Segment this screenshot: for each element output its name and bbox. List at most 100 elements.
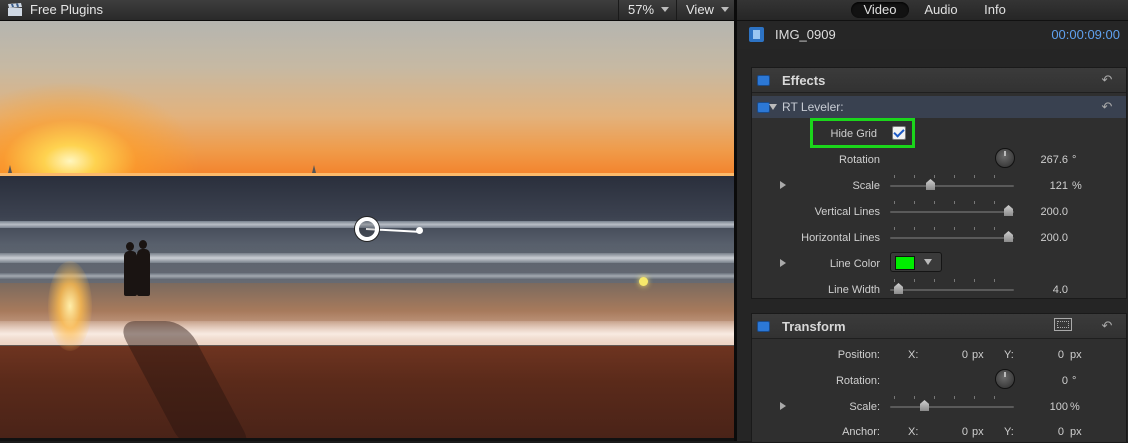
hide-grid-label: Hide Grid	[830, 128, 877, 140]
inspector: Video Audio Info IMG_0909 00:00:09:00 Ef…	[737, 0, 1128, 443]
position-y-unit: px	[1070, 349, 1082, 361]
vertical-lines-slider[interactable]	[890, 211, 1014, 213]
transform-rotation-dial[interactable]	[995, 369, 1015, 389]
hide-grid-checkbox[interactable]	[892, 126, 906, 140]
effects-enable-toggle[interactable]	[757, 75, 770, 86]
effect-row-rt-leveler[interactable]: RT Leveler: ↶	[752, 96, 1126, 118]
rotation-label: Rotation	[839, 154, 880, 166]
effects-section: Effects ↶ RT Leveler: ↶ Hide Grid Rotati…	[751, 67, 1127, 299]
inspector-tabs: Video Audio Info	[737, 0, 1128, 21]
viewer: Free Plugins 57% View	[0, 0, 734, 441]
leveler-center-handle[interactable]	[355, 217, 379, 241]
viewer-toolbar: Free Plugins 57% View	[0, 0, 734, 21]
effect-name: RT Leveler:	[782, 100, 844, 114]
clip-timecode: 00:00:09:00	[1051, 27, 1120, 42]
transform-scale-value[interactable]: 100	[1022, 401, 1068, 413]
sun-reflection	[48, 261, 92, 351]
viewer-title: Free Plugins	[30, 2, 103, 17]
transform-enable-toggle[interactable]	[757, 321, 770, 332]
rotation-unit: °	[1072, 154, 1077, 166]
effects-header: Effects ↶	[752, 68, 1126, 93]
line-width-slider-thumb[interactable]	[894, 283, 903, 294]
person-silhouette	[124, 251, 137, 296]
foam	[0, 321, 734, 347]
vertical-lines-value[interactable]: 200.0	[1012, 206, 1068, 218]
reset-arrow-icon[interactable]: ↶	[1100, 319, 1114, 333]
anchor-y-value[interactable]: 0	[1038, 426, 1064, 438]
person-silhouette	[137, 249, 150, 296]
line-width-slider[interactable]	[890, 289, 1014, 291]
chevron-down-icon	[721, 7, 729, 12]
chevron-down-icon[interactable]	[924, 259, 932, 265]
reset-arrow-icon[interactable]: ↶	[1100, 100, 1114, 114]
clip-name: IMG_0909	[775, 27, 836, 42]
video-canvas[interactable]	[0, 21, 734, 438]
sand	[0, 346, 734, 438]
anchor-label: Anchor:	[842, 426, 880, 438]
film-icon	[749, 27, 764, 42]
position-label: Position:	[837, 349, 880, 361]
anchor-x-value[interactable]: 0	[942, 426, 968, 438]
transform-header: Transform ↶	[752, 314, 1126, 339]
slider-ticks	[894, 201, 1014, 204]
position-y-value[interactable]: 0	[1038, 349, 1064, 361]
transform-scale-label: Scale:	[849, 401, 880, 413]
rotation-value[interactable]: 267.6	[1012, 154, 1068, 166]
slider-ticks	[894, 396, 1014, 399]
tab-info[interactable]: Info	[975, 2, 1015, 18]
transform-scale-slider-thumb[interactable]	[920, 400, 929, 411]
reset-arrow-icon[interactable]: ↶	[1100, 73, 1114, 87]
leveler-rotation-handle[interactable]	[416, 227, 423, 234]
position-y-label: Y:	[1004, 349, 1014, 361]
horizontal-lines-slider[interactable]	[890, 237, 1014, 239]
zoom-level-label: 57%	[628, 2, 655, 17]
position-x-value[interactable]: 0	[942, 349, 968, 361]
line-color-swatch[interactable]	[895, 256, 915, 270]
tab-audio[interactable]: Audio	[917, 2, 965, 18]
anchor-x-label: X:	[908, 426, 919, 438]
scale-unit: %	[1072, 180, 1082, 192]
view-menu[interactable]: View	[676, 0, 735, 20]
scale-label: Scale	[852, 180, 880, 192]
horizontal-lines-label: Horizontal Lines	[801, 232, 880, 244]
anchor-y-label: Y:	[1004, 426, 1014, 438]
transform-title: Transform	[782, 319, 846, 334]
wave	[0, 253, 734, 263]
line-color-label: Line Color	[829, 258, 880, 270]
clapperboard-icon	[8, 3, 22, 16]
line-color-well[interactable]	[890, 252, 942, 272]
transform-scale-slider[interactable]	[890, 406, 1014, 408]
slider-ticks	[894, 175, 1014, 178]
clip-header: IMG_0909 00:00:09:00	[737, 21, 1128, 49]
slider-ticks	[894, 279, 1014, 282]
scale-slider-thumb[interactable]	[926, 179, 935, 190]
light-spot	[639, 277, 648, 286]
person-silhouette	[139, 240, 147, 249]
disclosure-triangle-icon[interactable]	[769, 104, 777, 110]
sailboat	[8, 165, 12, 173]
line-width-value[interactable]: 4.0	[1012, 284, 1068, 296]
transform-rotation-value[interactable]: 0	[1022, 375, 1068, 387]
line-width-label: Line Width	[828, 284, 880, 296]
person-silhouette	[126, 242, 134, 251]
scale-value[interactable]: 121	[1022, 180, 1068, 192]
tab-video[interactable]: Video	[851, 2, 909, 18]
anchor-x-unit: px	[972, 426, 984, 438]
effects-title: Effects	[782, 73, 826, 88]
transform-rotation-label: Rotation:	[835, 375, 880, 387]
sailboat	[312, 165, 316, 173]
transform-scale-unit: %	[1070, 401, 1080, 413]
vertical-lines-label: Vertical Lines	[814, 206, 880, 218]
scale-slider[interactable]	[890, 185, 1014, 187]
wave	[0, 273, 734, 279]
zoom-level-menu[interactable]: 57%	[618, 0, 675, 20]
slider-ticks	[894, 227, 1014, 230]
chevron-down-icon	[661, 7, 669, 12]
transform-overlay-icon[interactable]	[1054, 318, 1072, 331]
anchor-y-unit: px	[1070, 426, 1082, 438]
transform-section: Transform ↶ Position: X: 0 px Y: 0 px Ro…	[751, 313, 1127, 443]
position-x-unit: px	[972, 349, 984, 361]
view-menu-label: View	[686, 2, 714, 17]
horizontal-lines-value[interactable]: 200.0	[1012, 232, 1068, 244]
transform-rotation-unit: °	[1072, 375, 1077, 387]
